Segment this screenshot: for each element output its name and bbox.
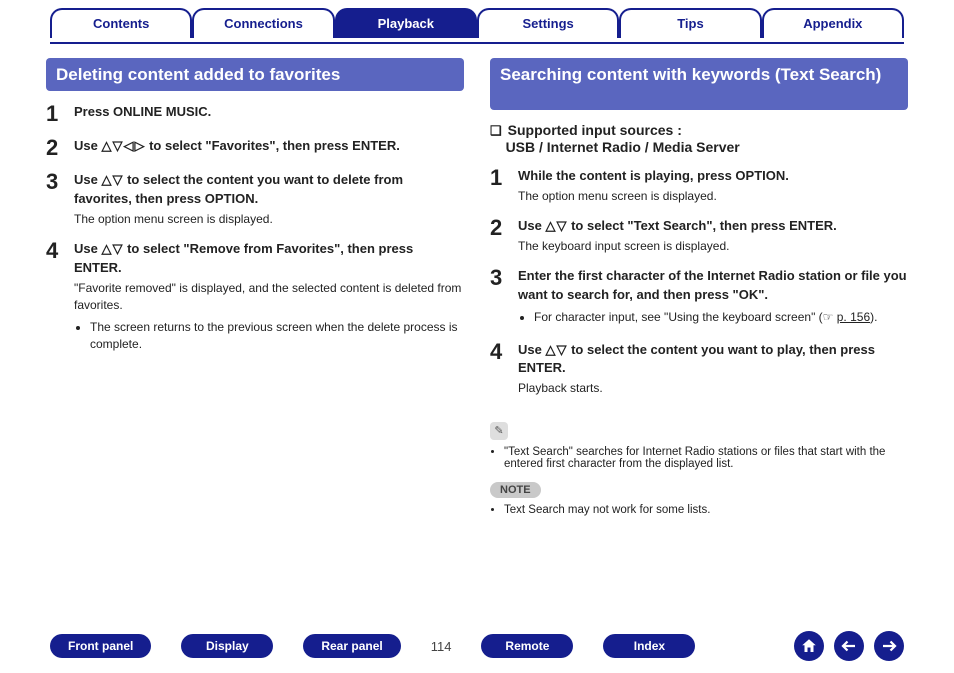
tab-label: Connections <box>224 16 303 31</box>
tab-label: Playback <box>378 16 434 31</box>
footer: Front panel Display Rear panel 114 Remot… <box>0 631 954 661</box>
step-pre: Use <box>74 172 101 187</box>
step-bullets: For character input, see "Using the keyb… <box>518 309 908 326</box>
step-number: 4 <box>490 341 508 398</box>
step-text: Press ONLINE MUSIC. <box>74 103 464 122</box>
right-heading: Searching content with keywords (Text Se… <box>490 58 908 110</box>
right-steps: 1 While the content is playing, press OP… <box>490 167 908 398</box>
content-columns: Deleting content added to favorites 1 Pr… <box>0 58 954 518</box>
pencil-icon: ✎ <box>490 422 508 440</box>
info-bullets: "Text Search" searches for Internet Radi… <box>490 446 908 470</box>
left-step-2: 2 Use △▽◁▷ to select "Favorites", then p… <box>46 137 464 159</box>
step-text: While the content is playing, press OPTI… <box>518 167 908 186</box>
home-icon[interactable] <box>794 631 824 661</box>
right-step-3: 3 Enter the first character of the Inter… <box>490 267 908 328</box>
step-number: 4 <box>46 240 64 355</box>
step-bullet: For character input, see "Using the keyb… <box>534 309 908 326</box>
left-step-4: 4 Use △▽ to select "Remove from Favorite… <box>46 240 464 355</box>
step-bullets: The screen returns to the previous scree… <box>74 319 464 354</box>
step-number: 2 <box>46 137 64 159</box>
left-step-3: 3 Use △▽ to select the content you want … <box>46 171 464 228</box>
tab-label: Appendix <box>803 16 862 31</box>
step-text: Use △▽ to select "Text Search", then pre… <box>518 217 908 236</box>
prev-page-icon[interactable] <box>834 631 864 661</box>
step-text: Use △▽ to select the content you want to… <box>74 171 464 209</box>
tab-contents[interactable]: Contents <box>50 8 192 38</box>
remote-button[interactable]: Remote <box>481 634 573 658</box>
step-pre: Use <box>518 218 545 233</box>
right-step-2: 2 Use △▽ to select "Text Search", then p… <box>490 217 908 255</box>
step-number: 1 <box>490 167 508 205</box>
step-pre: Use <box>518 342 545 357</box>
step-text: Enter the first character of the Interne… <box>518 267 908 305</box>
supported-label: Supported input sources : <box>508 122 682 138</box>
tab-settings[interactable]: Settings <box>477 8 619 38</box>
nav-icons <box>794 631 904 661</box>
step-post: to select the content you want to play, … <box>518 342 875 376</box>
step-sub: The keyboard input screen is displayed. <box>518 238 908 255</box>
left-heading: Deleting content added to favorites <box>46 58 464 91</box>
tabs-underline <box>50 42 904 44</box>
step-post: to select "Text Search", then press ENTE… <box>567 218 836 233</box>
step-post: to select "Favorites", then press ENTER. <box>145 138 399 153</box>
note-bullets: Text Search may not work for some lists. <box>490 504 908 516</box>
top-tabs: Contents Connections Playback Settings T… <box>0 0 954 42</box>
tab-playback[interactable]: Playback <box>335 8 477 38</box>
step-sub: The option menu screen is displayed. <box>518 188 908 205</box>
page-number: 114 <box>431 639 452 654</box>
left-column: Deleting content added to favorites 1 Pr… <box>46 58 464 518</box>
step-sub: The option menu screen is displayed. <box>74 211 464 228</box>
tab-label: Contents <box>93 16 149 31</box>
step-number: 1 <box>46 103 64 125</box>
supported-value: USB / Internet Radio / Media Server <box>506 139 740 155</box>
step-number: 2 <box>490 217 508 255</box>
step-text: Use △▽ to select "Remove from Favorites"… <box>74 240 464 278</box>
square-bullet-icon: ❏ <box>490 123 502 138</box>
step-number: 3 <box>46 171 64 228</box>
bullet-after: ). <box>870 310 877 324</box>
arrow-icons: △▽ <box>545 218 567 233</box>
tab-label: Settings <box>523 16 574 31</box>
right-step-4: 4 Use △▽ to select the content you want … <box>490 341 908 398</box>
display-button[interactable]: Display <box>181 634 273 658</box>
tab-tips[interactable]: Tips <box>619 8 761 38</box>
rear-panel-button[interactable]: Rear panel <box>303 634 400 658</box>
info-bullet: "Text Search" searches for Internet Radi… <box>504 446 908 470</box>
tab-connections[interactable]: Connections <box>192 8 334 38</box>
arrow-icons: △▽◁▷ <box>101 138 145 153</box>
front-panel-button[interactable]: Front panel <box>50 634 151 658</box>
supported-sources: ❏ Supported input sources : USB / Interne… <box>490 122 908 155</box>
page-link[interactable]: p. 156 <box>837 310 870 324</box>
tab-label: Tips <box>677 16 704 31</box>
step-bullet: The screen returns to the previous scree… <box>90 319 464 354</box>
step-number: 3 <box>490 267 508 328</box>
step-post: to select the content you want to delete… <box>74 172 403 206</box>
note-label: NOTE <box>490 482 541 498</box>
arrow-icons: △▽ <box>101 172 123 187</box>
step-text: Use △▽◁▷ to select "Favorites", then pre… <box>74 137 464 156</box>
note-bullet: Text Search may not work for some lists. <box>504 504 908 516</box>
step-pre: Use <box>74 138 101 153</box>
index-button[interactable]: Index <box>603 634 695 658</box>
step-text: Use △▽ to select the content you want to… <box>518 341 908 379</box>
step-pre: Use <box>74 241 101 256</box>
step-post: to select "Remove from Favorites", then … <box>74 241 413 275</box>
step-sub: "Favorite removed" is displayed, and the… <box>74 280 464 315</box>
left-steps: 1 Press ONLINE MUSIC. 2 Use △▽◁▷ to sele… <box>46 103 464 355</box>
tab-appendix[interactable]: Appendix <box>762 8 904 38</box>
right-step-1: 1 While the content is playing, press OP… <box>490 167 908 205</box>
step-sub: Playback starts. <box>518 380 908 397</box>
next-page-icon[interactable] <box>874 631 904 661</box>
arrow-icons: △▽ <box>545 342 567 357</box>
arrow-icons: △▽ <box>101 241 123 256</box>
right-column: Searching content with keywords (Text Se… <box>490 58 908 518</box>
bullet-text: For character input, see "Using the keyb… <box>534 310 837 324</box>
left-step-1: 1 Press ONLINE MUSIC. <box>46 103 464 125</box>
